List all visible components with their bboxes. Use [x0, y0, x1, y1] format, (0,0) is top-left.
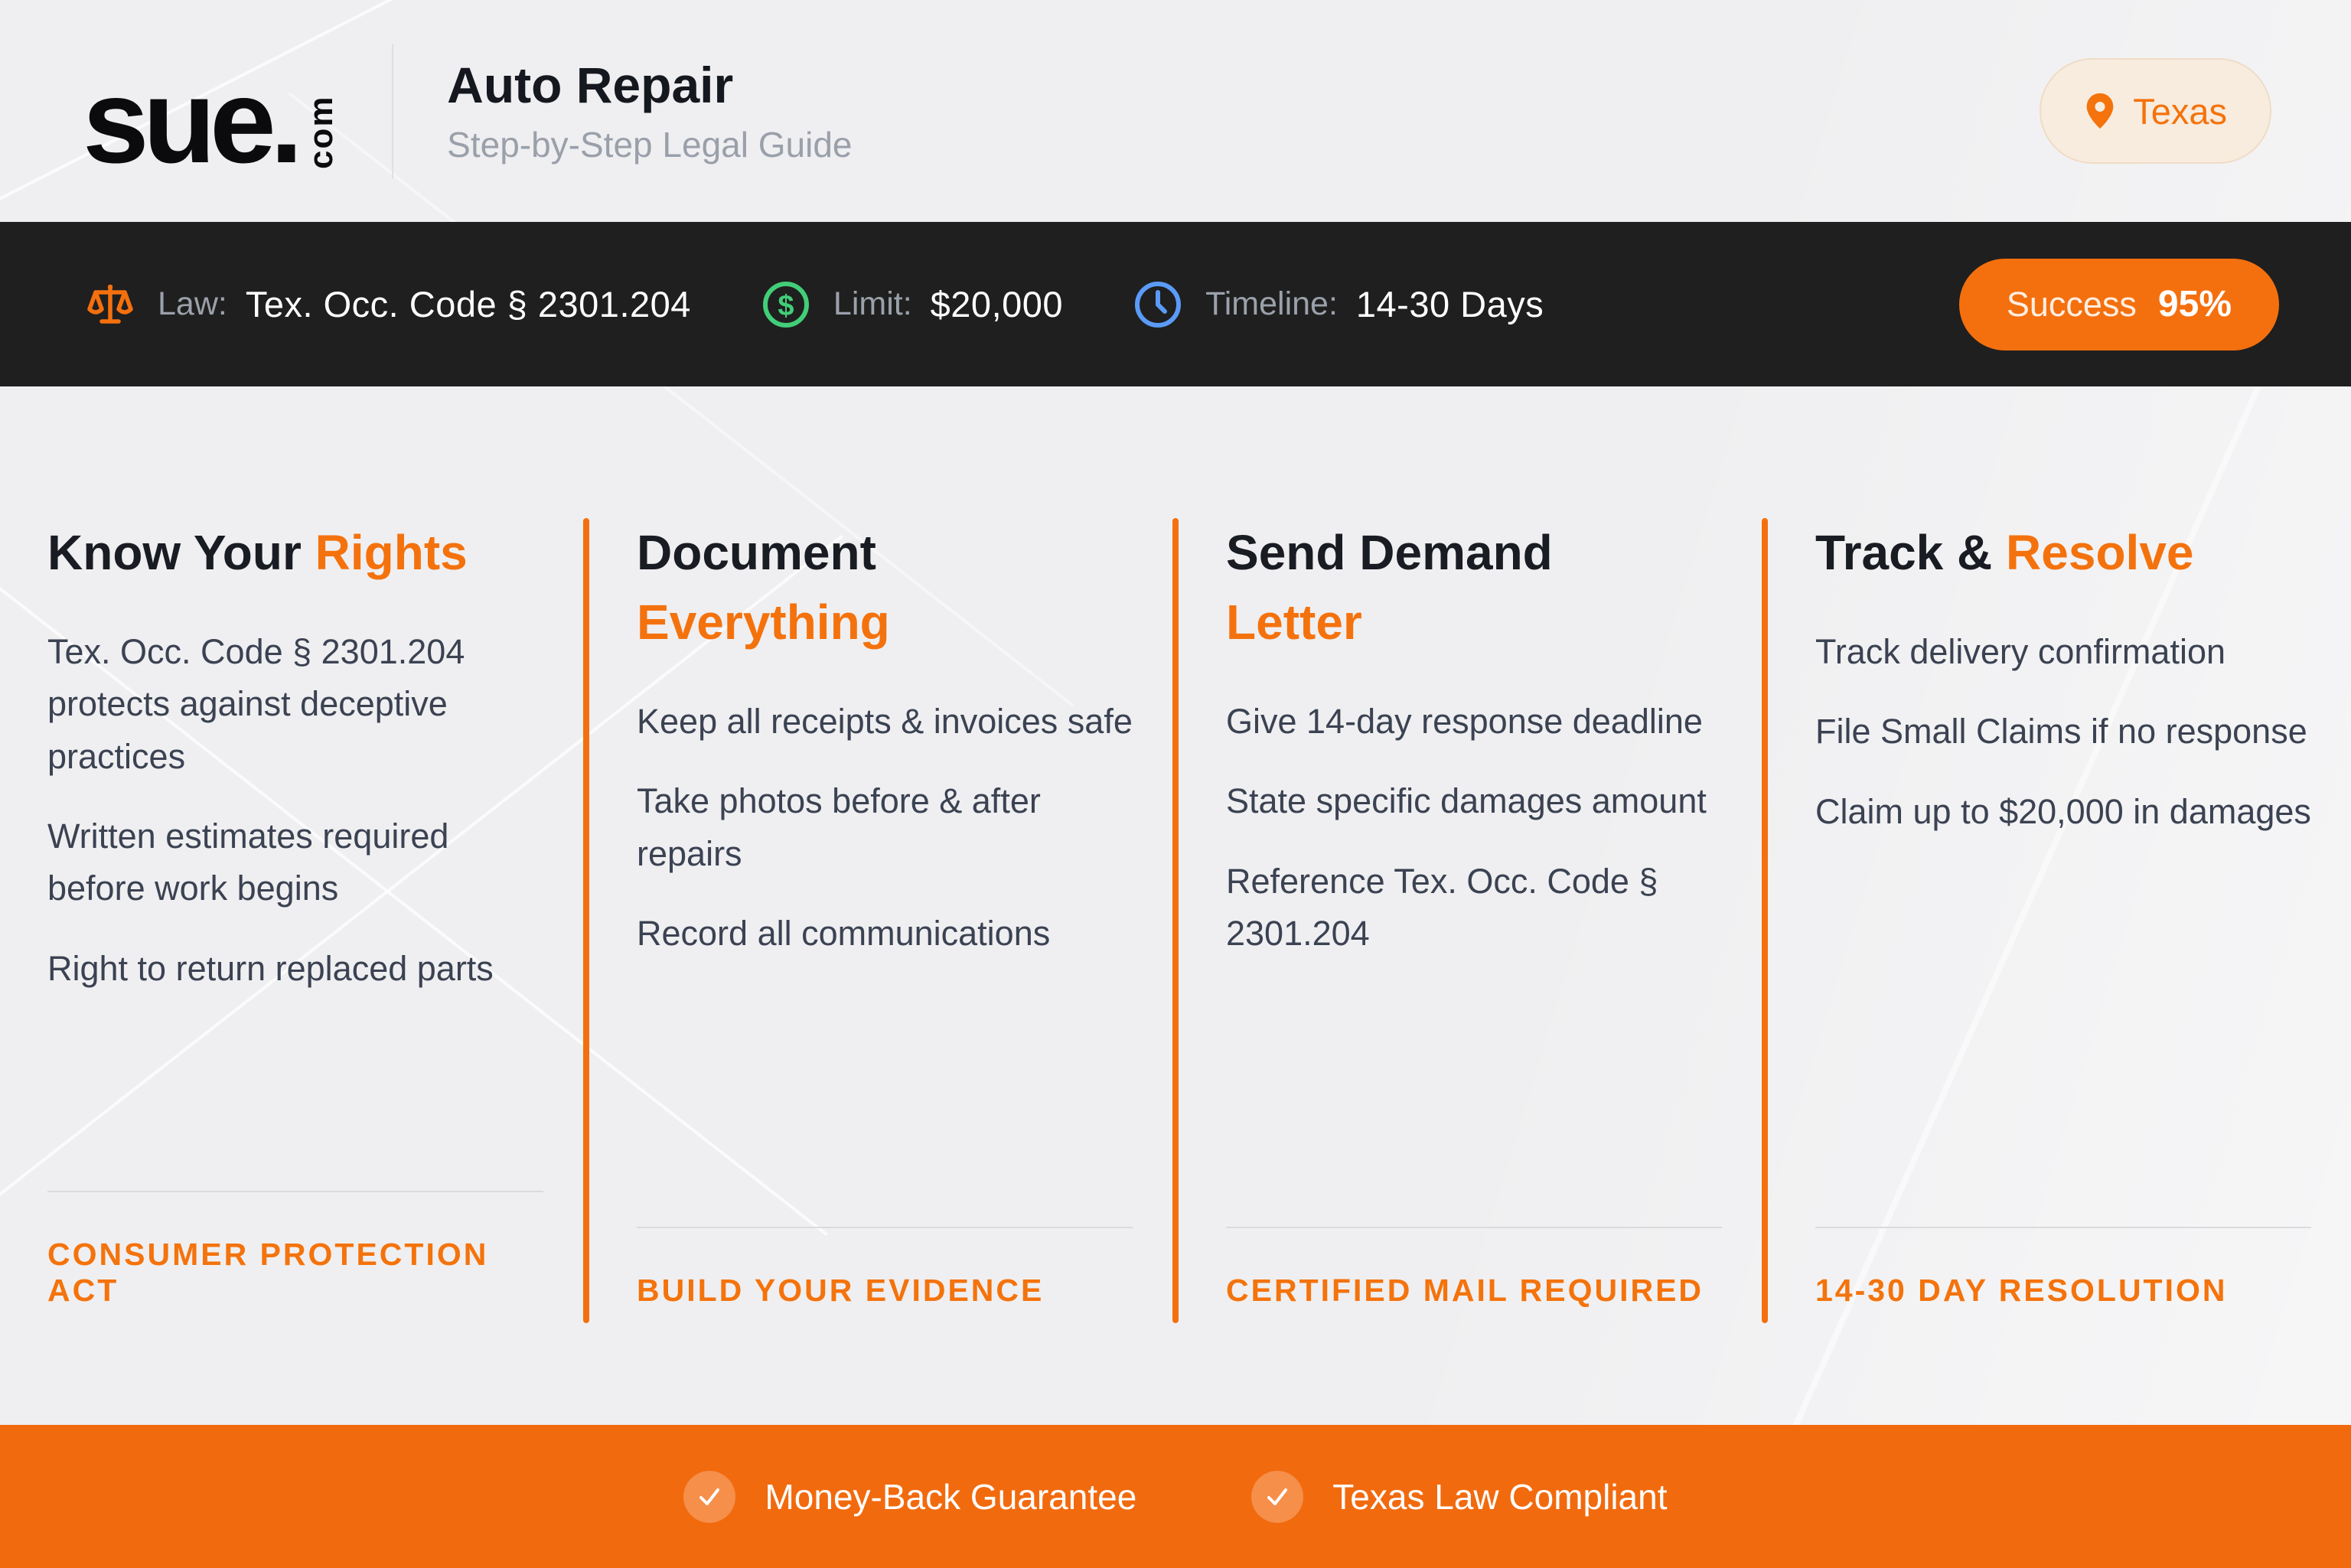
page-subtitle: Step-by-Step Legal Guide	[447, 125, 853, 165]
pin-icon	[2084, 91, 2116, 131]
location-badge[interactable]: Texas	[2040, 58, 2271, 164]
step-point: Right to return replaced parts	[47, 948, 494, 988]
stats-bar: Law: Tex. Occ. Code § 2301.204 $ Limit: …	[0, 222, 2351, 386]
steps-section: Know Your Rights Tex. Occ. Code § 2301.2…	[0, 386, 2351, 1425]
success-label: Success	[2006, 284, 2137, 324]
step-footer: BUILD YOUR EVIDENCE	[637, 1227, 1133, 1309]
footer-item-label: Money-Back Guarantee	[765, 1476, 1137, 1517]
step-point: Tex. Occ. Code § 2301.204 protects again…	[47, 631, 465, 776]
step-footer: CONSUMER PROTECTION ACT	[47, 1191, 543, 1309]
footer-item-money-back: Money-Back Guarantee	[683, 1470, 1137, 1523]
step-point: Track delivery confirmation	[1815, 631, 2226, 671]
check-icon	[1251, 1470, 1304, 1523]
footer-item-label: Texas Law Compliant	[1332, 1476, 1668, 1517]
step-footer-label: 14-30 DAY RESOLUTION	[1815, 1273, 2228, 1308]
svg-text:$: $	[778, 290, 794, 322]
guarantee-footer: Money-Back Guarantee Texas Law Compliant	[0, 1425, 2351, 1568]
sue-com-logo[interactable]: sue. com	[83, 53, 341, 189]
success-value: 95%	[2157, 284, 2232, 324]
step-footer-label: CONSUMER PROTECTION ACT	[47, 1237, 489, 1308]
logo-com-text: com	[302, 95, 341, 169]
limit-value: $20,000	[930, 284, 1064, 324]
step-title: Know Your Rights	[47, 525, 468, 580]
step-point: Give 14-day response deadline	[1226, 701, 1703, 741]
step-point: State specific damages amount	[1226, 781, 1707, 821]
step-point: Written estimates required before work b…	[47, 817, 449, 908]
stat-limit: $ Limit: $20,000	[761, 280, 1063, 329]
step-footer: 14-30 DAY RESOLUTION	[1815, 1227, 2311, 1309]
header: sue. com Auto Repair Step-by-Step Legal …	[0, 0, 2351, 222]
column-divider	[583, 518, 589, 1323]
timeline-value: 14-30 Days	[1355, 284, 1544, 324]
step-column-document-everything: Document Everything Keep all receipts & …	[589, 386, 1172, 1425]
step-point: Take photos before & after repairs	[637, 781, 1041, 873]
success-rate-badge: Success 95%	[1958, 258, 2279, 350]
column-divider	[1762, 518, 1768, 1323]
limit-label: Limit:	[833, 285, 912, 322]
location-label: Texas	[2133, 90, 2227, 132]
step-title: Send Demand Letter	[1226, 525, 1553, 650]
step-point: Claim up to $20,000 in damages	[1815, 791, 2311, 831]
law-label: Law:	[158, 285, 227, 322]
dollar-icon: $	[761, 280, 810, 329]
step-footer-label: CERTIFIED MAIL REQUIRED	[1226, 1273, 1704, 1308]
step-point: Record all communications	[637, 913, 1051, 953]
step-title: Document Everything	[637, 525, 890, 650]
check-icon	[683, 1470, 736, 1523]
step-point: Reference Tex. Occ. Code § 2301.204	[1226, 861, 1658, 953]
step-point: File Small Claims if no response	[1815, 712, 2307, 751]
scales-icon	[86, 280, 135, 329]
law-value: Tex. Occ. Code § 2301.204	[245, 284, 691, 324]
logo-text: sue.	[83, 55, 303, 189]
column-divider	[1172, 518, 1179, 1323]
footer-item-law-compliant: Texas Law Compliant	[1251, 1470, 1668, 1523]
step-column-send-demand-letter: Send Demand Letter Give 14-day response …	[1179, 386, 1762, 1425]
page-title: Auto Repair	[447, 57, 734, 113]
stat-timeline: Timeline: 14-30 Days	[1133, 280, 1544, 329]
header-divider	[392, 44, 394, 178]
step-column-know-your-rights: Know Your Rights Tex. Occ. Code § 2301.2…	[0, 386, 583, 1425]
legal-guide-page: sue. com Auto Repair Step-by-Step Legal …	[0, 0, 2351, 1568]
step-title: Track & Resolve	[1815, 525, 2194, 580]
step-footer: CERTIFIED MAIL REQUIRED	[1226, 1227, 1722, 1309]
step-point: Keep all receipts & invoices safe	[637, 701, 1133, 741]
title-block: Auto Repair Step-by-Step Legal Guide	[447, 60, 852, 162]
stat-law: Law: Tex. Occ. Code § 2301.204	[86, 280, 691, 329]
clock-icon	[1133, 280, 1182, 329]
step-footer-label: BUILD YOUR EVIDENCE	[637, 1273, 1045, 1308]
step-column-track-resolve: Track & Resolve Track delivery confirmat…	[1768, 386, 2351, 1425]
timeline-label: Timeline:	[1205, 285, 1338, 322]
